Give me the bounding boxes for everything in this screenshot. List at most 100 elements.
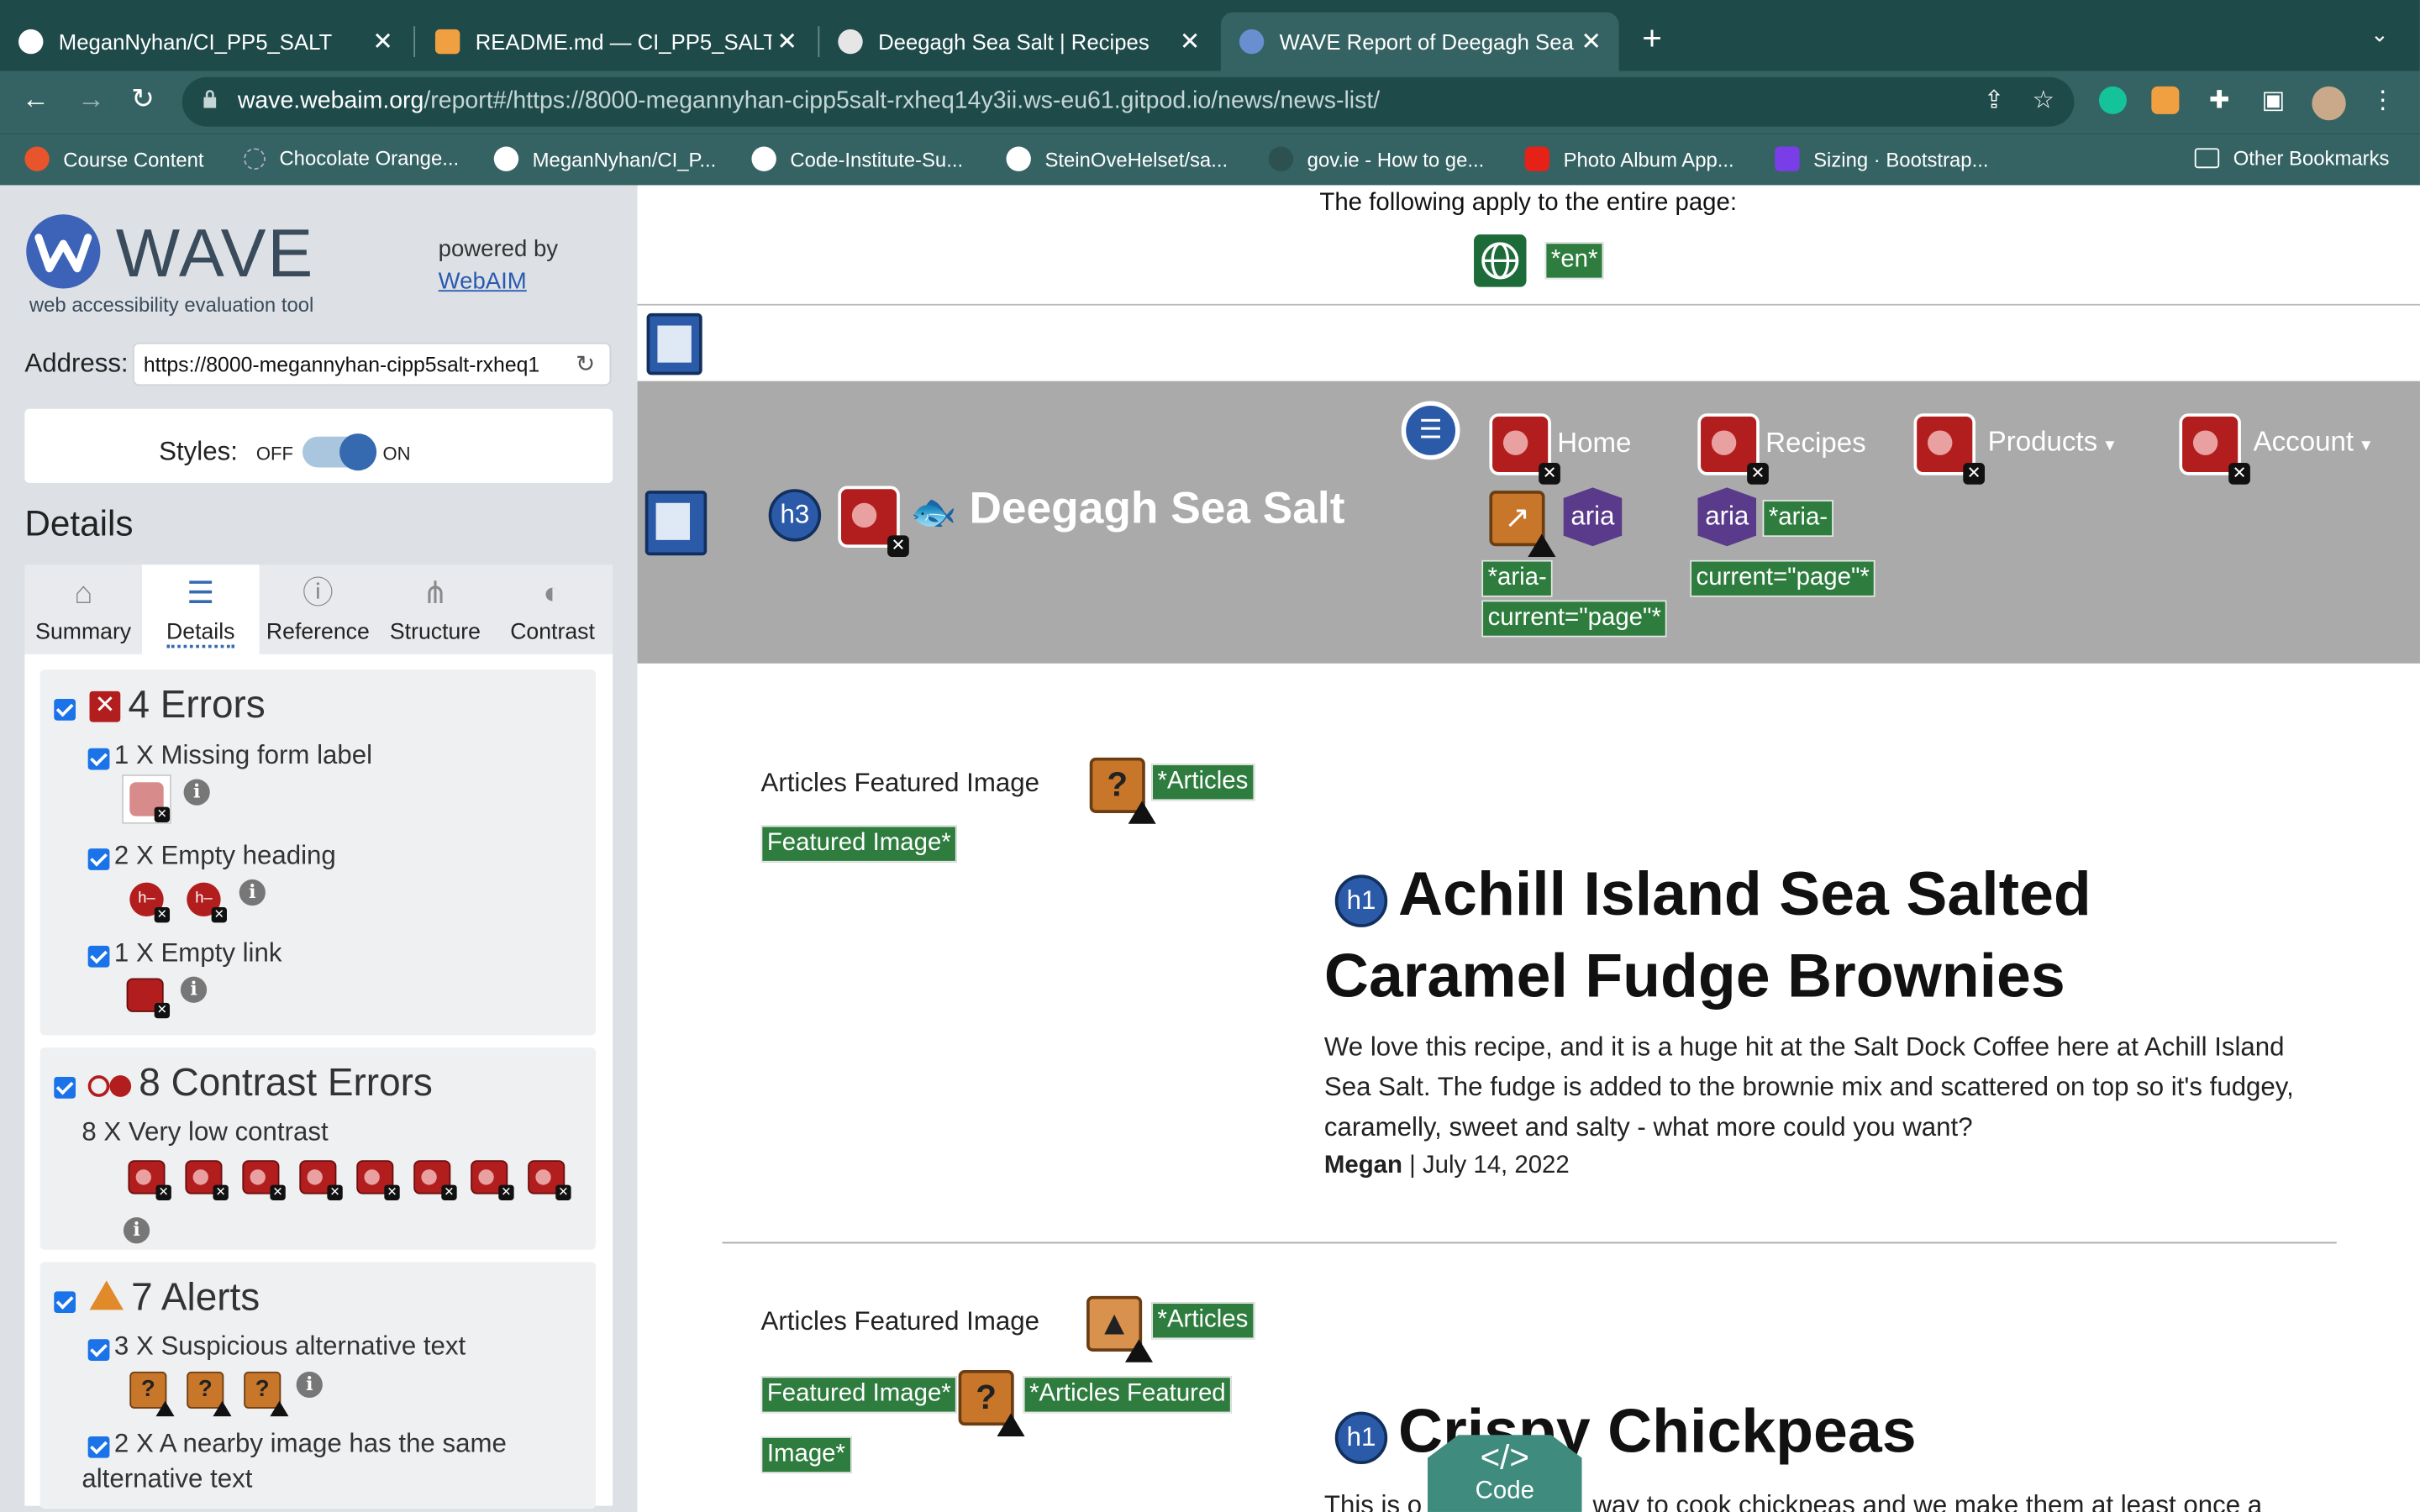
tab-structure[interactable]: ⋔ Structure xyxy=(376,564,494,654)
contrast-checkbox[interactable] xyxy=(54,1077,76,1099)
empty-heading-item[interactable]: 2 X Empty heading xyxy=(114,841,336,872)
nav-home[interactable]: Home xyxy=(1557,428,1631,460)
errors-checkbox[interactable] xyxy=(54,699,76,721)
aria-icon[interactable]: aria xyxy=(1563,487,1623,547)
contrast-error-icon[interactable]: ✕ xyxy=(299,1160,343,1200)
contrast-error-icon[interactable]: ✕ xyxy=(242,1160,286,1200)
nav-recipes[interactable]: Recipes xyxy=(1765,428,1865,460)
suspicious-alt-item[interactable]: 3 X Suspicious alternative text xyxy=(114,1331,466,1362)
address-input[interactable]: https://8000-megannyhan-cipp5salt-rxheq1 xyxy=(132,342,612,386)
article-title[interactable]: Achill Island Sea Salted xyxy=(1398,853,2091,937)
article-image-alt[interactable]: Articles Featured Image xyxy=(760,769,1039,800)
contrast-error-icon[interactable]: ✕ xyxy=(1697,413,1769,485)
bookmark-github-3[interactable]: SteinOveHelset/sa... xyxy=(1006,146,1228,171)
suspicious-alt-icon[interactable]: ? xyxy=(187,1371,232,1417)
info-icon[interactable]: i xyxy=(180,976,208,1003)
tab-wave-report[interactable]: WAVE Report of Deegagh Sea ✕ xyxy=(1220,12,1619,71)
tab-readme[interactable]: README.md — CI_PP5_SALT — ✕ xyxy=(417,13,815,71)
same-alt-alert-icon[interactable]: ▲ xyxy=(1086,1295,1154,1362)
nav-account[interactable]: Account ▾ xyxy=(2254,426,2371,459)
region-icon[interactable] xyxy=(644,491,708,556)
tab-search-icon[interactable]: ⌄ xyxy=(2370,22,2389,48)
bookmark-github-2[interactable]: Code-Institute-Su... xyxy=(751,146,963,171)
contrast-error-icon[interactable]: ✕ xyxy=(185,1160,229,1200)
webaim-link[interactable]: WebAIM xyxy=(439,269,527,295)
close-icon[interactable]: ✕ xyxy=(771,26,802,57)
info-icon[interactable]: i xyxy=(296,1371,323,1399)
empty-heading-checkbox[interactable] xyxy=(87,848,110,870)
extensions-icon[interactable]: ✚ xyxy=(2204,87,2235,118)
nearby-image-item[interactable]: 2 X A nearby image has the same xyxy=(114,1429,507,1460)
suspicious-alt-alert-icon[interactable]: ? xyxy=(1089,757,1156,824)
suspicious-alt-icon[interactable]: ? xyxy=(244,1371,289,1417)
h1-icon[interactable]: h1 xyxy=(1334,1411,1388,1465)
tab-details[interactable]: ☰ Details xyxy=(141,564,260,654)
contrast-error-icon[interactable]: ✕ xyxy=(1489,413,1560,485)
contrast-error-icon[interactable]: ✕ xyxy=(1913,413,1985,485)
empty-link-icon[interactable]: ✕ xyxy=(126,978,171,1019)
nearby-image-item-cont[interactable]: alternative text xyxy=(82,1464,252,1495)
empty-link-item[interactable]: 1 X Empty link xyxy=(114,938,282,969)
brand-name[interactable]: Deegagh Sea Salt xyxy=(969,485,1344,536)
contrast-error-icon[interactable]: ✕ xyxy=(528,1160,571,1200)
avatar[interactable] xyxy=(2312,86,2346,121)
sidebar-icon[interactable]: ▣ xyxy=(2258,87,2289,118)
info-icon[interactable]: i xyxy=(239,879,266,906)
star-icon[interactable]: ☆ xyxy=(2028,87,2059,118)
address-bar[interactable]: wave.webaim.org/report#/https://8000-meg… xyxy=(182,76,2075,127)
missing-form-label-item[interactable]: 1 X Missing form label xyxy=(114,741,372,772)
aria-icon[interactable]: aria xyxy=(1697,487,1757,547)
close-icon[interactable]: ✕ xyxy=(1175,26,1206,57)
list-icon[interactable]: ☰ xyxy=(1401,401,1460,460)
empty-link-checkbox[interactable] xyxy=(87,945,110,968)
code-toggle-button[interactable]: </> Code xyxy=(1427,1435,1582,1512)
empty-heading-icon[interactable]: h– ✕ xyxy=(129,882,171,923)
contrast-error-icon[interactable]: ✕ xyxy=(2179,413,2250,485)
menu-icon[interactable]: ⋮ xyxy=(2367,87,2398,118)
contrast-error-icon[interactable]: ✕ xyxy=(356,1160,400,1200)
nearby-image-checkbox[interactable] xyxy=(87,1436,110,1458)
new-tab-button[interactable]: + xyxy=(1642,18,1662,59)
grammarly-icon[interactable] xyxy=(2098,86,2130,118)
document-structure-icon[interactable] xyxy=(646,312,702,375)
suspicious-alt-icon[interactable]: ? xyxy=(129,1371,175,1417)
contrast-error-icon[interactable]: ✕ xyxy=(471,1160,514,1200)
missing-label-checkbox[interactable] xyxy=(87,748,110,770)
close-icon[interactable]: ✕ xyxy=(1576,26,1607,57)
tab-github[interactable]: MeganNyhan/CI_PP5_SALT ✕ xyxy=(0,13,411,71)
alerts-checkbox[interactable] xyxy=(54,1291,76,1314)
contrast-error-icon[interactable]: ✕ xyxy=(128,1160,171,1200)
bookmark-bootstrap[interactable]: Sizing · Bootstrap... xyxy=(1775,146,1989,171)
tab-deegagh[interactable]: Deegagh Sea Salt | Recipes ✕ xyxy=(819,13,1218,71)
very-low-contrast-item[interactable]: 8 X Very low contrast xyxy=(82,1117,328,1148)
article-title-cont[interactable]: Caramel Fudge Brownies xyxy=(1324,935,2065,1018)
reload-icon[interactable]: ↻ xyxy=(131,83,155,116)
info-icon[interactable]: i xyxy=(183,779,210,806)
suspicious-alt-checkbox[interactable] xyxy=(87,1339,110,1361)
suspicious-alt-alert-icon[interactable]: ? xyxy=(958,1369,1025,1436)
h3-icon[interactable]: h3 xyxy=(768,489,822,542)
bookmark-photo-album[interactable]: Photo Album App... xyxy=(1524,146,1734,171)
share-icon[interactable]: ⇪ xyxy=(1979,87,2010,118)
bookmark-course-content[interactable]: Course Content xyxy=(24,146,204,171)
missing-label-icon-box[interactable]: ✕ xyxy=(122,774,171,824)
language-icon[interactable] xyxy=(1474,234,1527,287)
tab-summary[interactable]: ⌂ Summary xyxy=(24,564,142,654)
article-image-alt[interactable]: Articles Featured Image xyxy=(760,1307,1039,1338)
forward-icon[interactable]: → xyxy=(77,83,105,116)
styles-toggle[interactable] xyxy=(302,433,377,471)
refresh-icon[interactable]: ↻ xyxy=(576,350,595,378)
bookmark-gov-ie[interactable]: gov.ie - How to ge... xyxy=(1268,146,1484,171)
external-link-alert-icon[interactable]: ↗ xyxy=(1489,491,1556,558)
back-icon[interactable]: ← xyxy=(22,83,50,116)
tab-contrast[interactable]: ◐ Contrast xyxy=(494,564,612,654)
bookmark-other[interactable]: Other Bookmarks xyxy=(2194,146,2389,170)
contrast-error-icon[interactable]: ✕ xyxy=(413,1160,457,1200)
bookmark-chocolate-orange[interactable]: Chocolate Orange... xyxy=(244,146,459,170)
nav-products[interactable]: Products ▾ xyxy=(1988,426,2115,459)
gitpod-extension-icon[interactable] xyxy=(2151,86,2182,118)
empty-heading-icon[interactable]: h– ✕ xyxy=(187,882,227,923)
contrast-error-icon[interactable]: ✕ xyxy=(838,486,909,558)
h1-icon[interactable]: h1 xyxy=(1334,874,1388,927)
bookmark-github-1[interactable]: MeganNyhan/CI_P... xyxy=(493,146,716,171)
